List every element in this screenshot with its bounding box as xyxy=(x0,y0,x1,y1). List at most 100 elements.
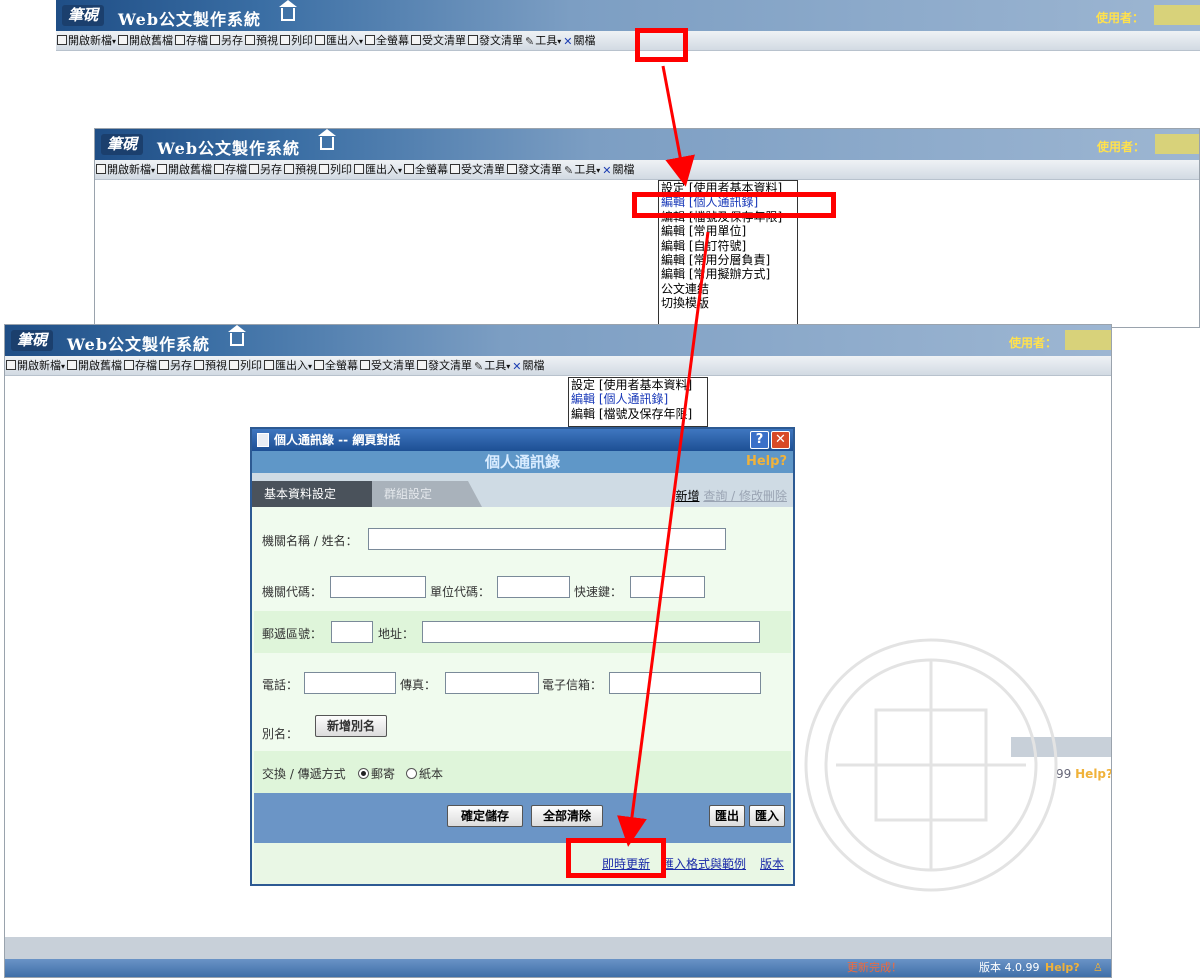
user-label: 使用者： xyxy=(1009,336,1058,350)
menu-item-import-export[interactable]: 匯出入▾ xyxy=(263,356,313,377)
menu-item-import-export[interactable]: 匯出入▾ xyxy=(353,160,403,181)
menu-item-save-as[interactable]: 另存 xyxy=(209,31,244,51)
unit-code-input[interactable] xyxy=(497,576,570,598)
tools-menu-item[interactable]: 編輯 [常用分層負責] xyxy=(661,253,795,267)
phone-input[interactable] xyxy=(304,672,396,694)
menu-item-print[interactable]: 列印 xyxy=(279,31,314,51)
tools-menu-item[interactable]: 公文連結 xyxy=(661,282,795,296)
app-logo: 筆硯 xyxy=(101,134,144,155)
menu-item-fullscreen[interactable]: 全螢幕 xyxy=(313,356,359,376)
menu-item-print[interactable]: 列印 xyxy=(318,160,353,180)
help-icon[interactable]: ? xyxy=(750,431,769,449)
help-link[interactable]: Help? xyxy=(1045,959,1080,977)
tools-menu-item[interactable]: 設定 [使用者基本資料] xyxy=(571,378,705,392)
menu-item-close[interactable]: ✕關檔 xyxy=(601,160,635,181)
postal-code-input[interactable] xyxy=(331,621,373,643)
menu-item-open-folder[interactable]: 開啟舊檔 xyxy=(156,160,213,180)
menu-item-preview[interactable]: 預視 xyxy=(283,160,318,180)
dialog-help-link[interactable]: Help? xyxy=(746,451,787,473)
print-icon xyxy=(319,164,330,174)
menu-item-new-file[interactable]: 開啟新檔▾ xyxy=(5,356,66,377)
menu-item-new-file[interactable]: 開啟新檔▾ xyxy=(95,160,156,181)
menu-item-send-list[interactable]: 發文清單 xyxy=(416,356,473,376)
tools-menu-item[interactable]: 編輯 [個人通訊錄] xyxy=(661,195,795,209)
menu-item-save-as[interactable]: 另存 xyxy=(158,356,193,376)
menu-item-label: 開啟新檔 xyxy=(68,34,112,47)
tools-menu-item[interactable]: 編輯 [常用擬辦方式] xyxy=(661,267,795,281)
menu-item-open-folder[interactable]: 開啟舊檔 xyxy=(66,356,123,376)
add-alias-button[interactable]: 新增別名 xyxy=(315,715,387,737)
menu-item-tools[interactable]: ✎工具▾ xyxy=(524,31,562,52)
tools-menu-item[interactable]: 編輯 [檔號及保存年限] xyxy=(571,407,705,421)
address-input[interactable] xyxy=(422,621,760,643)
app-titlebar: 筆硯 Web公文製作系統 使用者： xyxy=(56,0,1200,31)
tools-menu-item[interactable]: 編輯 [自訂符號] xyxy=(661,239,795,253)
alias-label: 別名： xyxy=(262,727,299,741)
tools-icon: ✎ xyxy=(474,360,484,373)
menu-item-save[interactable]: 存檔 xyxy=(174,31,209,51)
new-link[interactable]: 新增 xyxy=(675,489,699,503)
exchange-option-paper[interactable]: 紙本 xyxy=(406,765,443,782)
menu-item-new-file[interactable]: 開啟新檔▾ xyxy=(56,31,117,52)
email-input[interactable] xyxy=(609,672,761,694)
chevron-down-icon: ▾ xyxy=(151,166,156,175)
instant-update-link[interactable]: 即時更新 xyxy=(602,855,650,872)
chevron-down-icon: ▾ xyxy=(359,37,364,46)
import-button[interactable]: 匯入 xyxy=(749,805,785,827)
menu-item-receive-list[interactable]: 受文清單 xyxy=(359,356,416,376)
menu-item-close[interactable]: ✕關檔 xyxy=(562,31,596,52)
clear-all-button[interactable]: 全部清除 xyxy=(531,805,603,827)
menu-item-send-list[interactable]: 發文清單 xyxy=(467,31,524,51)
menu-item-receive-list[interactable]: 受文清單 xyxy=(449,160,506,180)
tab-group-settings[interactable]: 群組設定 xyxy=(372,481,482,507)
tools-menu-item[interactable]: 編輯 [常用單位] xyxy=(661,224,795,238)
home-icon[interactable] xyxy=(279,0,297,21)
fax-input[interactable] xyxy=(445,672,539,694)
shortcut-input[interactable] xyxy=(630,576,705,598)
app-logo: 筆硯 xyxy=(62,5,105,26)
menu-item-import-export[interactable]: 匯出入▾ xyxy=(314,31,364,52)
close-icon[interactable]: ✕ xyxy=(771,431,790,449)
save-button[interactable]: 確定儲存 xyxy=(447,805,523,827)
tab-links: 新增 查詢 / 修改刪除 xyxy=(675,487,787,504)
radio-paper[interactable] xyxy=(406,768,417,779)
app-title: Web公文製作系統 xyxy=(67,335,211,354)
menu-item-receive-list[interactable]: 受文清單 xyxy=(410,31,467,51)
tools-menu-item[interactable]: 切換模版 xyxy=(661,296,795,310)
radio-mail[interactable] xyxy=(358,768,369,779)
tools-menu-item[interactable]: 編輯 [檔號及保存年限] xyxy=(661,210,795,224)
help-link[interactable]: Help? xyxy=(1075,767,1111,781)
tab-basic-info[interactable]: 基本資料設定 xyxy=(252,481,386,507)
tools-menu-item[interactable]: 編輯 [個人通訊錄] xyxy=(571,392,705,406)
tools-menu-item[interactable]: 設定 [使用者基本資料] xyxy=(661,181,795,195)
radio-mail-label: 郵寄 xyxy=(371,767,396,781)
exchange-option-mail[interactable]: 郵寄 xyxy=(358,765,395,782)
menu-item-save[interactable]: 存檔 xyxy=(213,160,248,180)
menu-item-tools[interactable]: ✎工具▾ xyxy=(473,356,511,377)
menu-item-label: 發文清單 xyxy=(518,163,563,176)
menu-item-fullscreen[interactable]: 全螢幕 xyxy=(403,160,449,180)
dialog-button-bar: 確定儲存 全部清除 匯出 匯入 xyxy=(254,793,791,843)
import-format-link[interactable]: 匯入格式與範例 xyxy=(662,855,746,872)
menu-item-preview[interactable]: 預視 xyxy=(193,356,228,376)
version-link[interactable]: 版本 xyxy=(760,855,784,872)
save-as-icon xyxy=(249,164,260,174)
org-name-input[interactable] xyxy=(368,528,726,550)
menu-item-fullscreen[interactable]: 全螢幕 xyxy=(364,31,410,51)
menu-item-tools[interactable]: ✎工具▾ xyxy=(563,160,601,181)
menu-item-close[interactable]: ✕關檔 xyxy=(511,356,545,377)
org-code-input[interactable] xyxy=(330,576,426,598)
query-edit-link[interactable]: 查詢 / 修改刪除 xyxy=(703,489,787,503)
preview-icon xyxy=(245,35,256,45)
menu-item-preview[interactable]: 預視 xyxy=(244,31,279,51)
menu-item-send-list[interactable]: 發文清單 xyxy=(506,160,563,180)
menu-item-label: 工具 xyxy=(484,359,507,372)
home-icon[interactable] xyxy=(318,129,336,150)
menu-item-print[interactable]: 列印 xyxy=(228,356,263,376)
person-icon[interactable]: ♙ xyxy=(1093,959,1103,977)
menu-item-save[interactable]: 存檔 xyxy=(123,356,158,376)
export-button[interactable]: 匯出 xyxy=(709,805,745,827)
home-icon[interactable] xyxy=(228,325,246,346)
menu-item-open-folder[interactable]: 開啟舊檔 xyxy=(117,31,174,51)
menu-item-save-as[interactable]: 另存 xyxy=(248,160,283,180)
